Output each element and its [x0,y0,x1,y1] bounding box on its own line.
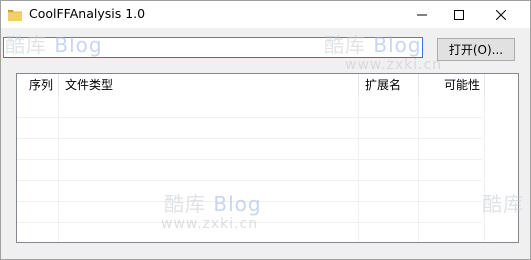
watermark-url: www.zxki.cn [345,57,443,73]
title-bar[interactable]: CoolFFAnalysis 1.0 [1,1,530,28]
grid-line [17,222,482,223]
grid-line [17,138,482,139]
close-icon [496,9,506,20]
folder-icon [8,8,22,21]
column-header-extension[interactable]: 扩展名 [359,74,419,97]
close-button[interactable] [481,1,521,28]
grid-line [17,159,482,160]
minimize-icon [417,14,427,15]
window-title: CoolFFAnalysis 1.0 [29,6,146,21]
grid-line [484,97,485,242]
open-button[interactable]: 打开(O)... [437,38,515,61]
minimize-button[interactable] [404,1,440,28]
grid-line [17,180,482,181]
app-window: CoolFFAnalysis 1.0 打开(O)... 序列 文件类型 扩展名 … [0,0,531,260]
result-list[interactable]: 序列 文件类型 扩展名 可能性 [16,73,519,243]
grid-line [17,201,482,202]
file-path-input[interactable] [3,37,423,58]
grid-line [418,97,419,242]
column-header-index[interactable]: 序列 [17,74,59,97]
maximize-icon [454,9,464,20]
column-header-file-type[interactable]: 文件类型 [59,74,359,97]
grid-line [58,97,59,242]
grid-line [358,97,359,242]
maximize-button[interactable] [441,1,477,28]
grid-line [17,117,482,118]
column-header-probability[interactable]: 可能性 [419,74,485,97]
list-header: 序列 文件类型 扩展名 可能性 [17,74,518,97]
